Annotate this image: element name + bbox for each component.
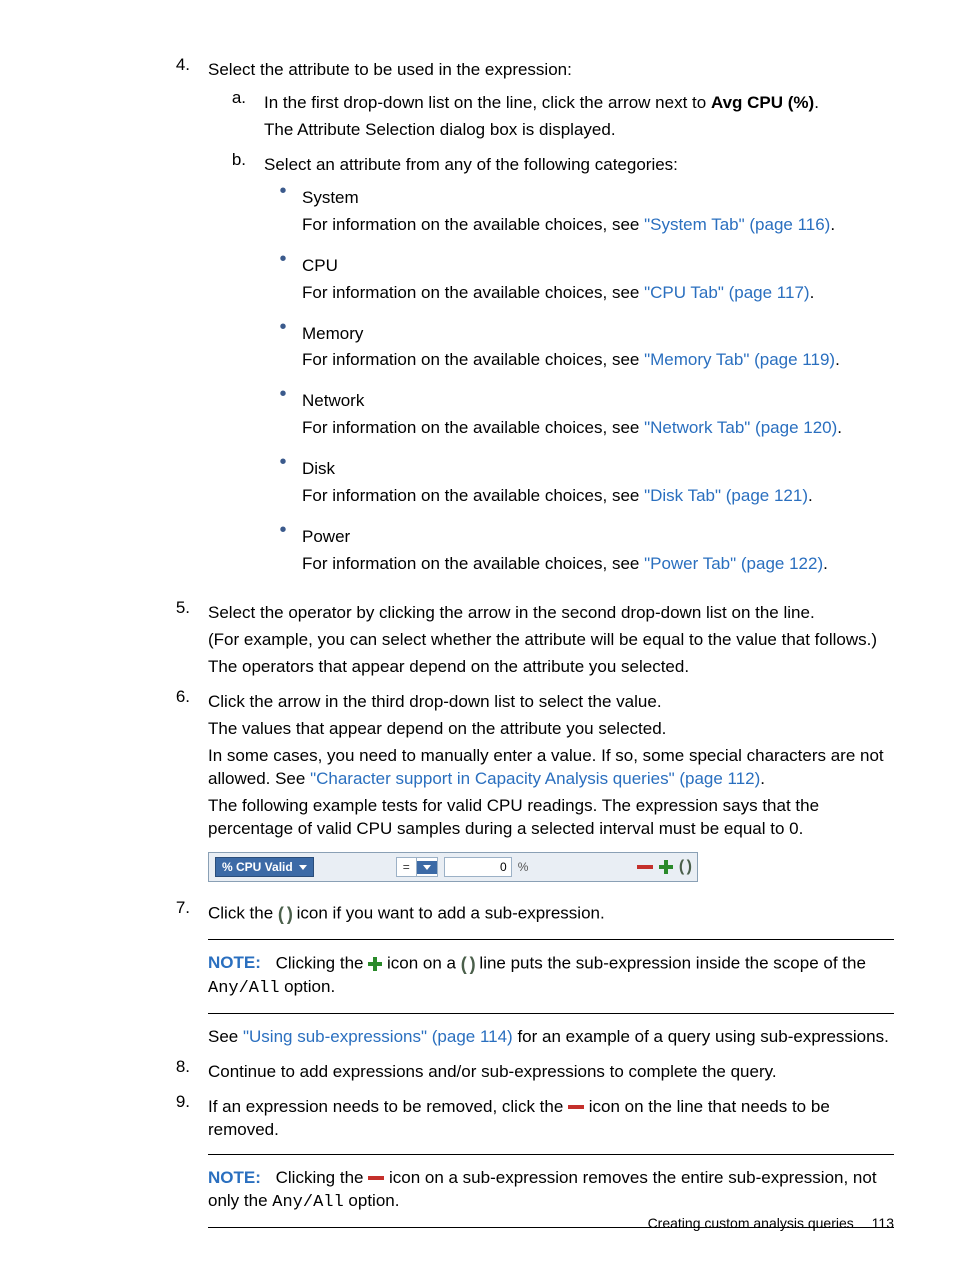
bullet-icon: • [264,183,302,241]
value-input[interactable]: 0 [444,857,512,877]
step-4a-line1: In the first drop-down list on the line,… [264,92,894,115]
link-system-tab[interactable]: "System Tab" (page 116) [644,215,830,234]
chevron-down-icon [423,865,431,870]
bullet-icon: • [264,454,302,512]
remove-icon [368,1176,384,1180]
link-character-support[interactable]: "Character support in Capacity Analysis … [310,769,760,788]
note-box: NOTE: Clicking the icon on a ( ) line pu… [208,939,894,1014]
link-network-tab[interactable]: "Network Tab" (page 120) [644,418,837,437]
step-4a-line2: The Attribute Selection dialog box is di… [264,119,894,142]
add-icon[interactable] [659,860,673,874]
link-cpu-tab[interactable]: "CPU Tab" (page 117) [644,283,809,302]
bullet-icon: • [264,319,302,377]
list-item: •CPUFor information on the available cho… [264,251,894,309]
expression-bar: % CPU Valid = 0 % ( ) [208,852,698,882]
avg-cpu-label: Avg CPU (%) [711,93,814,112]
link-memory-tab[interactable]: "Memory Tab" (page 119) [644,350,835,369]
parentheses-icon: ( ) [278,902,292,926]
parentheses-icon: ( ) [461,952,475,976]
step-4a: a. In the first drop-down list on the li… [208,88,894,146]
operator-dropdown[interactable]: = [396,857,438,877]
step-7: 7. Click the ( ) icon if you want to add… [140,898,894,1052]
note-label: NOTE: [208,953,261,972]
step-4: 4. Select the attribute to be used in th… [140,55,894,594]
attribute-label: % CPU Valid [222,860,293,874]
attribute-dropdown[interactable]: % CPU Valid [215,857,314,877]
step-5: 5. Select the operator by clicking the a… [140,598,894,683]
step-number: 4. [140,55,208,594]
page-number: 113 [872,1215,894,1231]
list-item: •DiskFor information on the available ch… [264,454,894,512]
link-disk-tab[interactable]: "Disk Tab" (page 121) [644,486,808,505]
step-6: 6. Click the arrow in the third drop-dow… [140,687,894,895]
unit-label: % [518,860,529,874]
list-item: •PowerFor information on the available c… [264,522,894,580]
add-icon [368,957,382,971]
bullet-icon: • [264,386,302,444]
parentheses-icon[interactable]: ( ) [679,858,691,876]
link-subexpressions[interactable]: "Using sub-expressions" (page 114) [243,1027,513,1046]
step-4-lead: Select the attribute to be used in the e… [208,59,894,82]
step-8: 8. Continue to add expressions and/or su… [140,1057,894,1088]
step-4b-lead: Select an attribute from any of the foll… [264,154,894,177]
page-content: 4. Select the attribute to be used in th… [140,55,894,1221]
page-footer: Creating custom analysis queries 113 [648,1215,894,1231]
step-4b: b. Select an attribute from any of the f… [208,150,894,590]
footer-title: Creating custom analysis queries [648,1215,854,1231]
bullet-icon: • [264,522,302,580]
remove-icon [568,1105,584,1109]
bullet-icon: • [264,251,302,309]
operator-label: = [397,858,417,876]
link-power-tab[interactable]: "Power Tab" (page 122) [644,554,823,573]
note-label: NOTE: [208,1168,261,1187]
list-item: •MemoryFor information on the available … [264,319,894,377]
category-list: •SystemFor information on the available … [264,183,894,580]
list-item: •SystemFor information on the available … [264,183,894,241]
list-item: •NetworkFor information on the available… [264,386,894,444]
remove-icon[interactable] [637,865,653,869]
chevron-down-icon [299,865,307,870]
